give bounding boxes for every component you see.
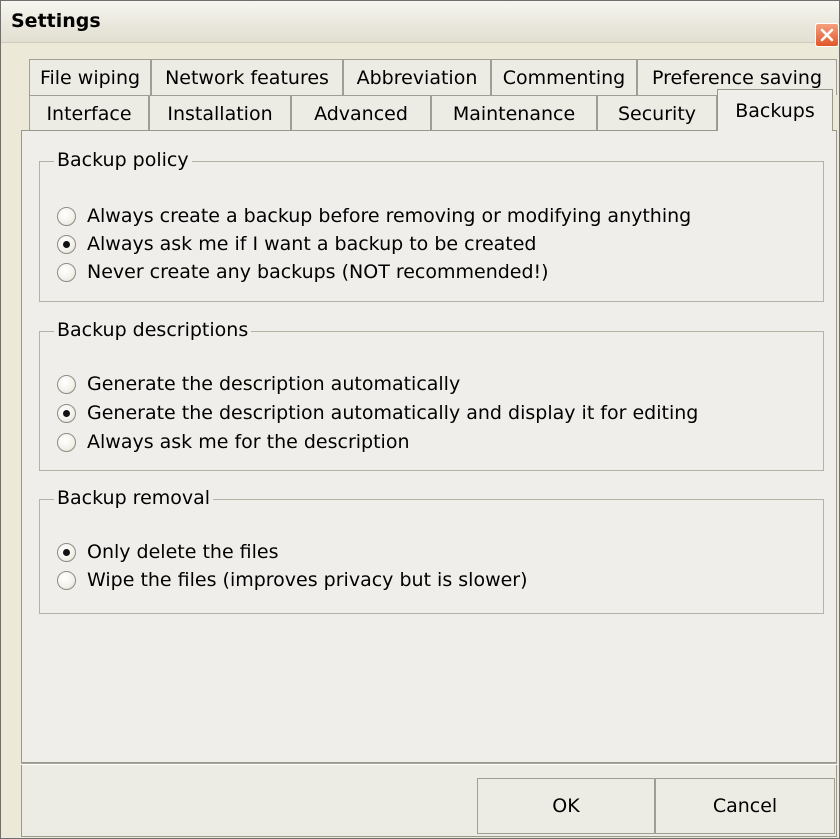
radio-label: Always ask me for the description [87, 431, 410, 453]
tab-label: Commenting [502, 66, 626, 89]
backup-descriptions-title: Backup descriptions [54, 319, 252, 341]
backup-removal-option-delete[interactable]: Only delete the files [57, 538, 279, 566]
radio-button[interactable] [57, 432, 76, 452]
tab-label: Abbreviation [356, 66, 478, 89]
tab-label: Backups [735, 99, 815, 122]
radio-label: Never create any backups (NOT recommende… [87, 261, 549, 283]
tab-file-wiping[interactable]: File wiping [29, 59, 151, 95]
radio-label: Always ask me if I want a backup to be c… [87, 233, 537, 255]
backups-tab-panel: Backup policy Always create a backup bef… [21, 130, 837, 763]
cancel-button-label: Cancel [712, 795, 778, 817]
radio-label: Generate the description automatically a… [87, 402, 699, 424]
radio-button[interactable] [57, 234, 76, 254]
backup-descriptions-option-always-ask[interactable]: Always ask me for the description [57, 428, 410, 456]
radio-button[interactable] [57, 403, 76, 423]
tab-network-features[interactable]: Network features [151, 59, 343, 95]
tab-label: Installation [167, 102, 273, 125]
tab-label: File wiping [39, 66, 141, 89]
tab-label: Interface [46, 102, 132, 125]
close-button[interactable] [815, 23, 839, 47]
tab-security[interactable]: Security [597, 95, 717, 131]
tab-label: Advanced [314, 102, 408, 125]
tab-abbreviation[interactable]: Abbreviation [343, 59, 491, 95]
ok-button[interactable]: OK [477, 778, 655, 834]
tab-label: Security [617, 102, 697, 125]
tab-label: Preference saving [651, 66, 823, 89]
radio-label: Always create a backup before removing o… [87, 205, 692, 227]
backup-descriptions-group: Backup descriptions Generate the descrip… [39, 319, 824, 471]
tab-installation[interactable]: Installation [149, 95, 291, 131]
title-bar[interactable]: Settings [1, 1, 839, 47]
radio-button[interactable] [57, 542, 76, 562]
backup-policy-option-always-ask[interactable]: Always ask me if I want a backup to be c… [57, 230, 537, 258]
radio-button[interactable] [57, 374, 76, 394]
tab-maintenance[interactable]: Maintenance [431, 95, 597, 131]
settings-window: Settings File wiping Network features Ab… [0, 0, 840, 839]
tab-commenting[interactable]: Commenting [491, 59, 637, 95]
backup-policy-group: Backup policy Always create a backup bef… [39, 149, 824, 302]
backup-removal-title: Backup removal [54, 487, 214, 509]
tab-label: Maintenance [452, 102, 576, 125]
backup-removal-option-wipe[interactable]: Wipe the files (improves privacy but is … [57, 566, 528, 594]
radio-button[interactable] [57, 262, 76, 282]
radio-label: Generate the description automatically [87, 373, 461, 395]
backup-policy-option-always-create[interactable]: Always create a backup before removing o… [57, 202, 691, 230]
backup-policy-title: Backup policy [54, 149, 192, 171]
tab-label: Network features [165, 66, 329, 89]
backup-removal-group: Backup removal Only delete the files Wip… [39, 487, 824, 614]
backup-descriptions-option-auto[interactable]: Generate the description automatically [57, 370, 460, 398]
cancel-button[interactable]: Cancel [655, 778, 835, 834]
tab-advanced[interactable]: Advanced [291, 95, 431, 131]
close-icon [820, 28, 834, 42]
radio-label: Wipe the files (improves privacy but is … [87, 569, 528, 591]
tab-backups[interactable]: Backups [717, 89, 833, 131]
tab-interface[interactable]: Interface [29, 95, 149, 131]
ok-button-label: OK [552, 795, 580, 817]
window-title: Settings [11, 10, 101, 32]
backup-policy-option-never[interactable]: Never create any backups (NOT recommende… [57, 258, 549, 286]
radio-label: Only delete the files [87, 541, 279, 563]
backup-descriptions-option-auto-edit[interactable]: Generate the description automatically a… [57, 399, 698, 427]
radio-button[interactable] [57, 570, 76, 590]
radio-button[interactable] [57, 206, 76, 226]
